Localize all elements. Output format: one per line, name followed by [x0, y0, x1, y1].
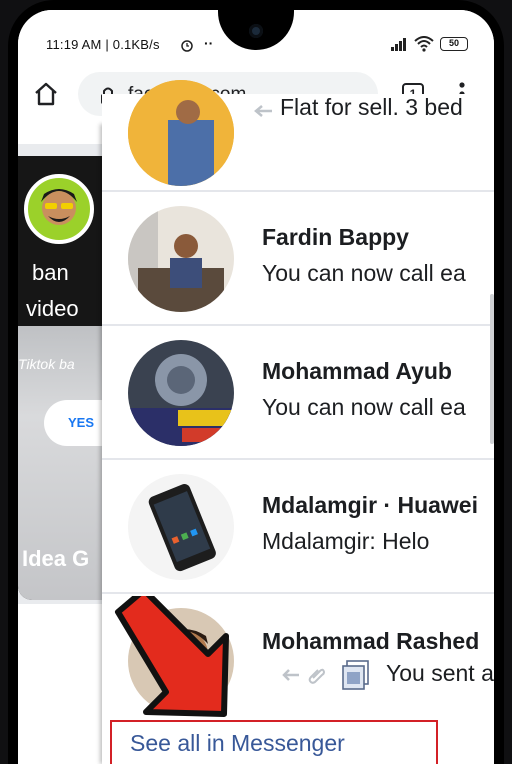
conversation-avatar: [128, 474, 234, 580]
conversation-name: Mohammad Ayub: [262, 358, 452, 384]
story-title: Idea G: [22, 546, 90, 571]
conversation-row[interactable]: Mdalamgir · Huawei Mdalamgir: Helo: [102, 460, 494, 594]
wifi-icon: [414, 36, 434, 52]
conversation-name: Mdalamgir · Huawei: [262, 492, 478, 518]
signal-icon: [391, 38, 406, 51]
conversation-row[interactable]: Mohammad Ayub You can now call ea: [102, 326, 494, 460]
avatar-photo: [128, 80, 234, 186]
conversation-snippet: You sent a: [386, 660, 494, 686]
alarm-icon: [181, 40, 193, 52]
conversation-name: Fardin Bappy: [262, 224, 409, 250]
conversation-snippet: Mdalamgir: Helo: [262, 528, 430, 554]
conversation-name: Mohammad Rashed: [262, 628, 480, 654]
conversation-avatar: [128, 80, 234, 186]
story-text-line3: Tiktok ba: [18, 356, 75, 372]
attachment-icon: [308, 668, 326, 684]
conversation-snippet: You can now call ea: [262, 394, 466, 420]
battery-indicator: 50: [440, 37, 468, 51]
status-icons: 50: [390, 36, 468, 52]
image-icon: [342, 660, 369, 690]
avatar-photo: [128, 340, 234, 446]
conversation-avatar: [128, 206, 234, 312]
phone-screen: 11:19 AM | 0.1KB/s ·· 50 ban video Tikto…: [18, 10, 494, 764]
tutorial-arrow-icon: [115, 596, 229, 717]
front-camera: [249, 24, 263, 38]
story-yes-button[interactable]: YES: [44, 400, 108, 446]
status-time: 11:19 AM | 0.1KB/s: [46, 37, 160, 52]
page-bottom-card: [18, 604, 108, 764]
conversation-row[interactable]: Flat for sell. 3 bed: [102, 80, 494, 192]
conversation-snippet: Flat for sell. 3 bed: [280, 94, 463, 120]
see-all-in-messenger-button[interactable]: See all in Messenger: [110, 720, 438, 764]
reply-icon: [282, 669, 299, 681]
see-all-label: See all in Messenger: [130, 730, 345, 756]
story-text-line1: ban: [32, 260, 69, 285]
conversation-snippet: You can now call ea: [262, 260, 466, 286]
avatar-photo: [128, 474, 234, 580]
status-bar: 11:19 AM | 0.1KB/s ·· 50: [18, 10, 494, 64]
reply-icon: [254, 105, 272, 117]
story-text-line2: video: [26, 296, 79, 321]
conversation-row[interactable]: Fardin Bappy You can now call ea: [102, 192, 494, 326]
phone-frame: 11:19 AM | 0.1KB/s ·· 50 ban video Tikto…: [0, 0, 512, 764]
avatar-photo: [128, 206, 234, 312]
avatar-illustration: [41, 189, 77, 225]
story-avatar: [24, 174, 94, 244]
conversation-avatar: [128, 340, 234, 446]
home-icon[interactable]: [32, 80, 60, 108]
story-card[interactable]: ban video Tiktok ba YES Idea G: [18, 156, 108, 600]
page-top-strip: [18, 124, 108, 144]
status-more: ··: [204, 35, 214, 51]
dropdown-scrollbar[interactable]: [490, 294, 494, 444]
